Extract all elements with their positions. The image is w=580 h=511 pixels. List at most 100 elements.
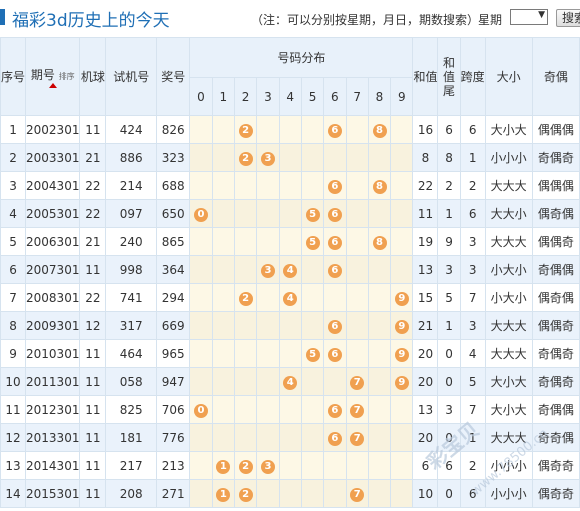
- cell-tail: 0: [437, 367, 461, 396]
- cell-prize: 706: [156, 395, 191, 424]
- sort-arrow-icon[interactable]: [48, 82, 57, 88]
- cell-tail: 9: [437, 227, 461, 256]
- cell-trial: 998: [105, 255, 158, 284]
- header-seq: 序号: [0, 37, 27, 116]
- cell-digit-6: [323, 479, 347, 508]
- week-select[interactable]: ▼: [510, 9, 548, 25]
- cell-digit-1: [211, 367, 235, 396]
- sort-label[interactable]: 排序: [59, 72, 75, 81]
- cell-digit-8: [367, 451, 392, 480]
- cell-digit-6: [323, 451, 347, 480]
- cell-prize: 776: [156, 423, 191, 452]
- cell-prize: 865: [156, 227, 191, 256]
- cell-seq: 10: [0, 367, 27, 396]
- cell-machine: 11: [79, 115, 107, 144]
- cell-digit-8: [367, 367, 392, 396]
- cell-tail: 5: [437, 283, 461, 312]
- cell-digit-9: [390, 451, 414, 480]
- header-digit-9: 9: [390, 77, 414, 116]
- cell-tail: 2: [437, 171, 461, 200]
- header-digit-3: 3: [256, 77, 280, 116]
- table-row: 10 2011301 11 058 947 4 7 9 20 0 5 大小大 奇偶奇: [0, 367, 580, 396]
- cell-size: 大小大: [484, 395, 533, 424]
- chevron-down-icon[interactable]: ▼: [538, 10, 545, 20]
- cell-size: 大大大: [484, 339, 533, 368]
- cell-digit-4: [278, 143, 302, 172]
- cell-tail: 3: [437, 395, 461, 424]
- cell-trial: 317: [105, 311, 158, 340]
- cell-digit-7: [345, 143, 369, 172]
- cell-digit-3: 3: [256, 255, 280, 284]
- cell-digit-0: [189, 171, 213, 200]
- header-digit-2: 2: [233, 77, 258, 116]
- cell-digit-2: [233, 423, 258, 452]
- cell-prize: 669: [156, 311, 191, 340]
- cell-digit-0: 0: [189, 395, 213, 424]
- number-ball: 3: [260, 151, 275, 166]
- number-ball: 5: [305, 235, 320, 250]
- cell-machine: 11: [79, 479, 107, 508]
- search-button[interactable]: 搜索: [556, 9, 580, 27]
- cell-digit-6: 6: [323, 171, 347, 200]
- header-distribution: 号码分布: [189, 37, 414, 78]
- cell-sum: 21: [412, 311, 439, 340]
- cell-seq: 12: [0, 423, 27, 452]
- number-ball: 2: [238, 151, 253, 166]
- cell-machine: 11: [79, 395, 107, 424]
- number-ball: 3: [260, 459, 275, 474]
- cell-digit-3: [256, 311, 280, 340]
- cell-digit-8: [367, 199, 392, 228]
- cell-machine: 11: [79, 255, 107, 284]
- cell-digit-3: [256, 479, 280, 508]
- number-ball: 6: [327, 123, 342, 138]
- cell-sum: 19: [412, 227, 439, 256]
- cell-tail: 8: [437, 143, 461, 172]
- cell-seq: 1: [0, 115, 27, 144]
- cell-digit-9: 9: [390, 367, 414, 396]
- cell-digit-6: 6: [323, 199, 347, 228]
- cell-digit-6: 6: [323, 255, 347, 284]
- cell-machine: 21: [79, 143, 107, 172]
- cell-period: 2015301: [25, 479, 81, 508]
- cell-digit-3: [256, 199, 280, 228]
- cell-period: 2012301: [25, 395, 81, 424]
- cell-digit-0: [189, 339, 213, 368]
- cell-prize: 650: [156, 199, 191, 228]
- cell-machine: 21: [79, 227, 107, 256]
- number-ball: 4: [283, 291, 298, 306]
- cell-sum: 20: [412, 367, 439, 396]
- number-ball: 1: [216, 487, 231, 502]
- number-ball: 7: [350, 487, 365, 502]
- cell-size: 小小小: [484, 143, 533, 172]
- cell-digit-4: 4: [278, 367, 302, 396]
- cell-size: 大大大: [484, 311, 533, 340]
- number-ball: 2: [238, 459, 253, 474]
- table-row: 1 2002301 11 424 826 2 6 8 16 6 6 大小大 偶偶偶: [0, 115, 580, 144]
- cell-digit-7: [345, 115, 369, 144]
- title-bar-icon: [0, 9, 5, 25]
- cell-sum: 11: [412, 199, 439, 228]
- cell-span: 5: [459, 367, 486, 396]
- number-ball: 8: [372, 179, 387, 194]
- cell-digit-4: 4: [278, 283, 302, 312]
- cell-digit-5: [300, 171, 325, 200]
- number-ball: 4: [283, 375, 298, 390]
- cell-seq: 14: [0, 479, 27, 508]
- header-digit-0: 0: [189, 77, 213, 116]
- cell-digit-9: [390, 395, 414, 424]
- number-ball: 6: [327, 207, 342, 222]
- cell-digit-7: [345, 255, 369, 284]
- header-period[interactable]: 期号 排序: [25, 37, 81, 116]
- cell-span: 1: [459, 143, 486, 172]
- cell-trial: 886: [105, 143, 158, 172]
- cell-digit-3: [256, 339, 280, 368]
- cell-tail: 3: [437, 255, 461, 284]
- header-digit-1: 1: [211, 77, 235, 116]
- table-row: 3 2004301 22 214 688 6 8 22 2 2 大大大 偶偶偶: [0, 171, 580, 200]
- number-ball: 8: [372, 235, 387, 250]
- cell-prize: 364: [156, 255, 191, 284]
- cell-sum: 22: [412, 171, 439, 200]
- cell-parity: 偶偶奇: [531, 311, 580, 340]
- cell-digit-4: 4: [278, 255, 302, 284]
- header-span: 跨度: [459, 37, 486, 116]
